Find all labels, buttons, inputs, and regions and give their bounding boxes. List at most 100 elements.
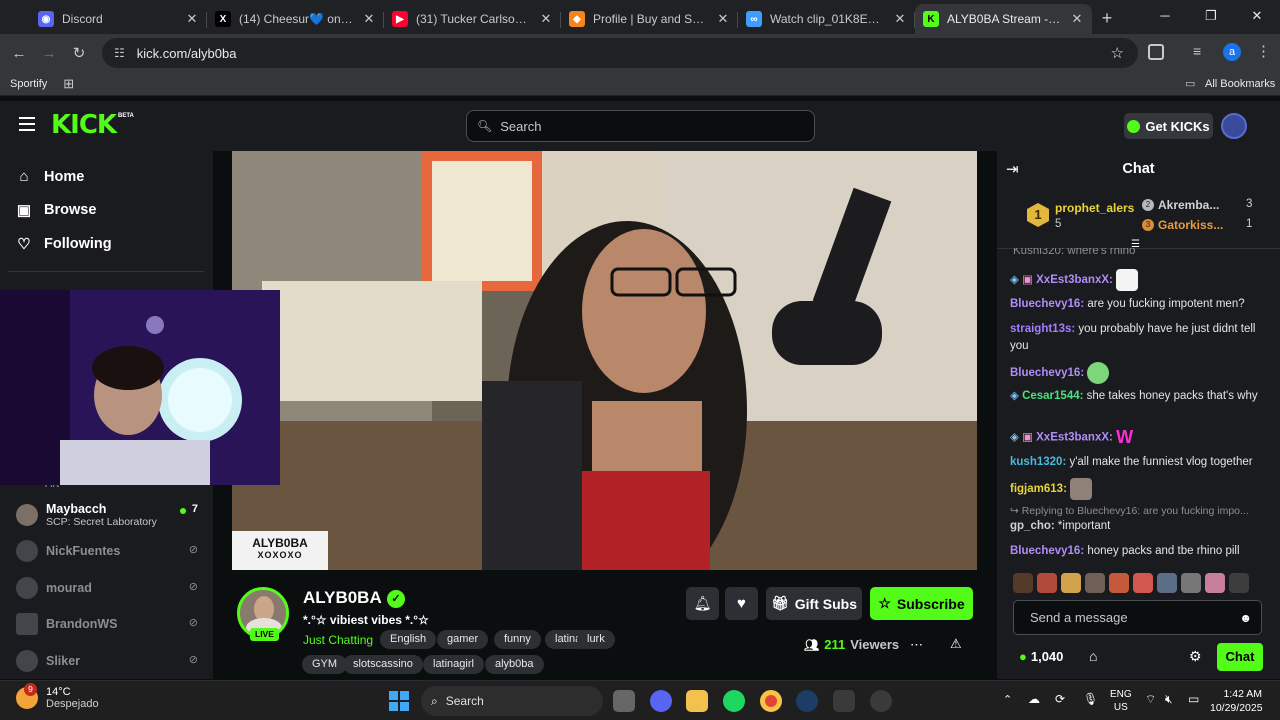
tag[interactable]: alyb0ba (485, 655, 544, 674)
nav-following[interactable]: ♡ Following (0, 227, 213, 261)
tag[interactable]: slotscassino (343, 655, 423, 674)
omnibox[interactable]: ☷ kick.com/alyb0ba ☆ (102, 38, 1138, 68)
close-tab-icon[interactable]: ✕ (1070, 11, 1084, 27)
chat-input[interactable]: Send a message ☻ (1013, 600, 1262, 635)
close-tab-icon[interactable]: ✕ (185, 11, 199, 27)
extensions-icon[interactable] (1148, 44, 1164, 60)
notifications-button[interactable]: 🔔︎ (686, 587, 719, 620)
sidebar-channel[interactable]: Maybacch SCP: Secret Laboratory 7 (16, 497, 206, 533)
apps-grid-icon[interactable]: ⊞ (63, 76, 74, 92)
taskbar-search[interactable]: ⌕ Search (421, 686, 603, 716)
emote-icon[interactable] (1085, 573, 1105, 593)
tag[interactable]: latinagirl (423, 655, 484, 674)
sidebar-channel[interactable]: Sliker ⊘ (16, 643, 206, 679)
browser-tab[interactable]: ∞ Watch clip_01K8EVTG2XK8 ✕ (738, 4, 915, 34)
minimize-button[interactable]: ─ (1142, 0, 1188, 34)
browser-tab[interactable]: ◉ Discord ✕ (30, 4, 207, 34)
emote-bar[interactable] (1013, 573, 1263, 593)
share-icon[interactable]: ⋯ (910, 637, 923, 653)
emote-icon[interactable] (1013, 573, 1033, 593)
sync-icon[interactable]: ⟳ (1055, 692, 1065, 706)
browser-menu-icon[interactable]: ⋮ (1256, 42, 1271, 60)
tag[interactable]: funny (494, 630, 541, 649)
volume-icon[interactable]: 🔇︎ (1165, 692, 1173, 707)
emote-icon[interactable] (1229, 573, 1249, 593)
browser-tab[interactable]: ◆ Profile | Buy and Sell Skins ✕ (561, 4, 738, 34)
microphone-icon[interactable]: 🎙︎ (1083, 692, 1098, 706)
wifi-icon[interactable]: ⌔ (1145, 692, 1156, 707)
nav-browse[interactable]: ▣ Browse (0, 194, 213, 228)
leader-name[interactable]: prophet_alers (1055, 201, 1134, 215)
browser-tab[interactable]: ▶ (31) Tucker Carlson Intervie ✕ (384, 4, 561, 34)
sidebar-channel[interactable]: NickFuentes ⊘ (16, 533, 206, 569)
chat-username[interactable]: Bluechevy16 (1010, 367, 1080, 379)
site-info-icon[interactable]: ☷ (114, 46, 125, 60)
language-indicator[interactable]: ENG US (1110, 688, 1132, 714)
tag[interactable]: gamer (437, 630, 489, 649)
leader-name[interactable]: Gatorkiss... (1158, 218, 1223, 232)
steam-icon[interactable] (796, 690, 818, 712)
emote-icon[interactable] (1157, 573, 1177, 593)
emote-icon[interactable] (1109, 573, 1129, 593)
file-explorer-icon[interactable] (686, 690, 708, 712)
forward-button[interactable]: → (34, 45, 64, 62)
emote-icon[interactable] (1061, 573, 1081, 593)
clock[interactable]: 1:42 AM 10/29/2025 (1210, 687, 1263, 715)
chat-username[interactable]: straight13s (1010, 323, 1071, 335)
browser-tab[interactable]: K ALYB0BA Stream - Watch L ✕ (915, 4, 1092, 34)
chat-rules-icon[interactable]: ⌂ (1089, 648, 1097, 664)
kicks-balance[interactable]: ● 1,040 (1019, 649, 1063, 664)
bookmark-sportify[interactable]: Sportify (10, 78, 47, 90)
gift-subs-button[interactable]: 🎁︎ Gift Subs (766, 587, 862, 620)
emote-icon[interactable] (1133, 573, 1153, 593)
close-tab-icon[interactable]: ✕ (716, 11, 730, 27)
bookmark-star-icon[interactable]: ☆ (1111, 44, 1124, 62)
follow-button[interactable]: ♥ (725, 587, 758, 620)
chat-username[interactable]: gp_cho (1010, 520, 1051, 532)
chat-username[interactable]: figjam613 (1010, 483, 1063, 495)
weather-widget[interactable]: 9 14°C Despejado (16, 683, 99, 710)
start-button[interactable] (389, 691, 409, 711)
emote-icon[interactable] (1205, 573, 1225, 593)
maximize-button[interactable]: ❐ (1188, 0, 1234, 34)
get-kicks-button[interactable]: Get KICKs (1124, 113, 1213, 139)
chat-send-button[interactable]: Chat (1217, 643, 1263, 671)
reload-button[interactable]: ↻ (64, 44, 94, 62)
media-control-icon[interactable]: ≡ (1193, 43, 1201, 59)
task-view-icon[interactable] (613, 690, 635, 712)
browser-tab[interactable]: X (14) Cheesur💙 on X: "@f ✕ (207, 4, 384, 34)
close-window-button[interactable]: ✕ (1234, 0, 1280, 34)
sidebar-channel[interactable]: BrandonWS ⊘ (16, 606, 206, 642)
close-tab-icon[interactable]: ✕ (539, 11, 553, 27)
category-link[interactable]: Just Chatting (303, 633, 373, 647)
profile-avatar[interactable]: a (1223, 43, 1241, 61)
chat-username[interactable]: Bluechevy16 (1010, 298, 1080, 310)
close-tab-icon[interactable]: ✕ (362, 11, 376, 27)
chat-settings-icon[interactable]: ⚙ (1189, 648, 1202, 665)
tag[interactable]: GYM (302, 655, 348, 674)
tag[interactable]: lurk (577, 630, 615, 649)
emote-icon[interactable] (1037, 573, 1057, 593)
chat-username[interactable]: XxEst3banxX (1036, 274, 1109, 286)
chat-username[interactable]: Bluechevy16 (1010, 545, 1080, 557)
back-button[interactable]: ← (4, 45, 34, 62)
cloud-icon[interactable]: ☁ (1028, 692, 1040, 706)
chat-username[interactable]: Cesar1544 (1022, 390, 1080, 402)
chrome-icon[interactable] (760, 690, 782, 712)
spotify-icon[interactable] (723, 690, 745, 712)
hamburger-menu-icon[interactable] (19, 117, 35, 131)
chat-username[interactable]: XxEst3banxX (1036, 431, 1109, 443)
sidebar-channel[interactable]: mourad ⊘ (16, 570, 206, 606)
kick-logo[interactable]: KICK (51, 110, 117, 140)
url-text[interactable]: kick.com/alyb0ba (137, 46, 237, 61)
streamer-name[interactable]: ALYB0BA (303, 588, 382, 608)
app-icon[interactable] (833, 690, 855, 712)
leader-name[interactable]: Akremba... (1158, 198, 1219, 212)
close-tab-icon[interactable]: ✕ (893, 11, 907, 27)
video-player[interactable]: ALYB0BA XOXOXO (232, 151, 977, 570)
chat-username[interactable]: kush1320 (1010, 456, 1062, 468)
new-tab-button[interactable]: + (1092, 8, 1122, 29)
all-bookmarks[interactable]: All Bookmarks (1205, 78, 1275, 90)
nav-home[interactable]: ⌂ Home (0, 160, 213, 194)
subscribe-button[interactable]: ☆ Subscribe (870, 587, 973, 620)
